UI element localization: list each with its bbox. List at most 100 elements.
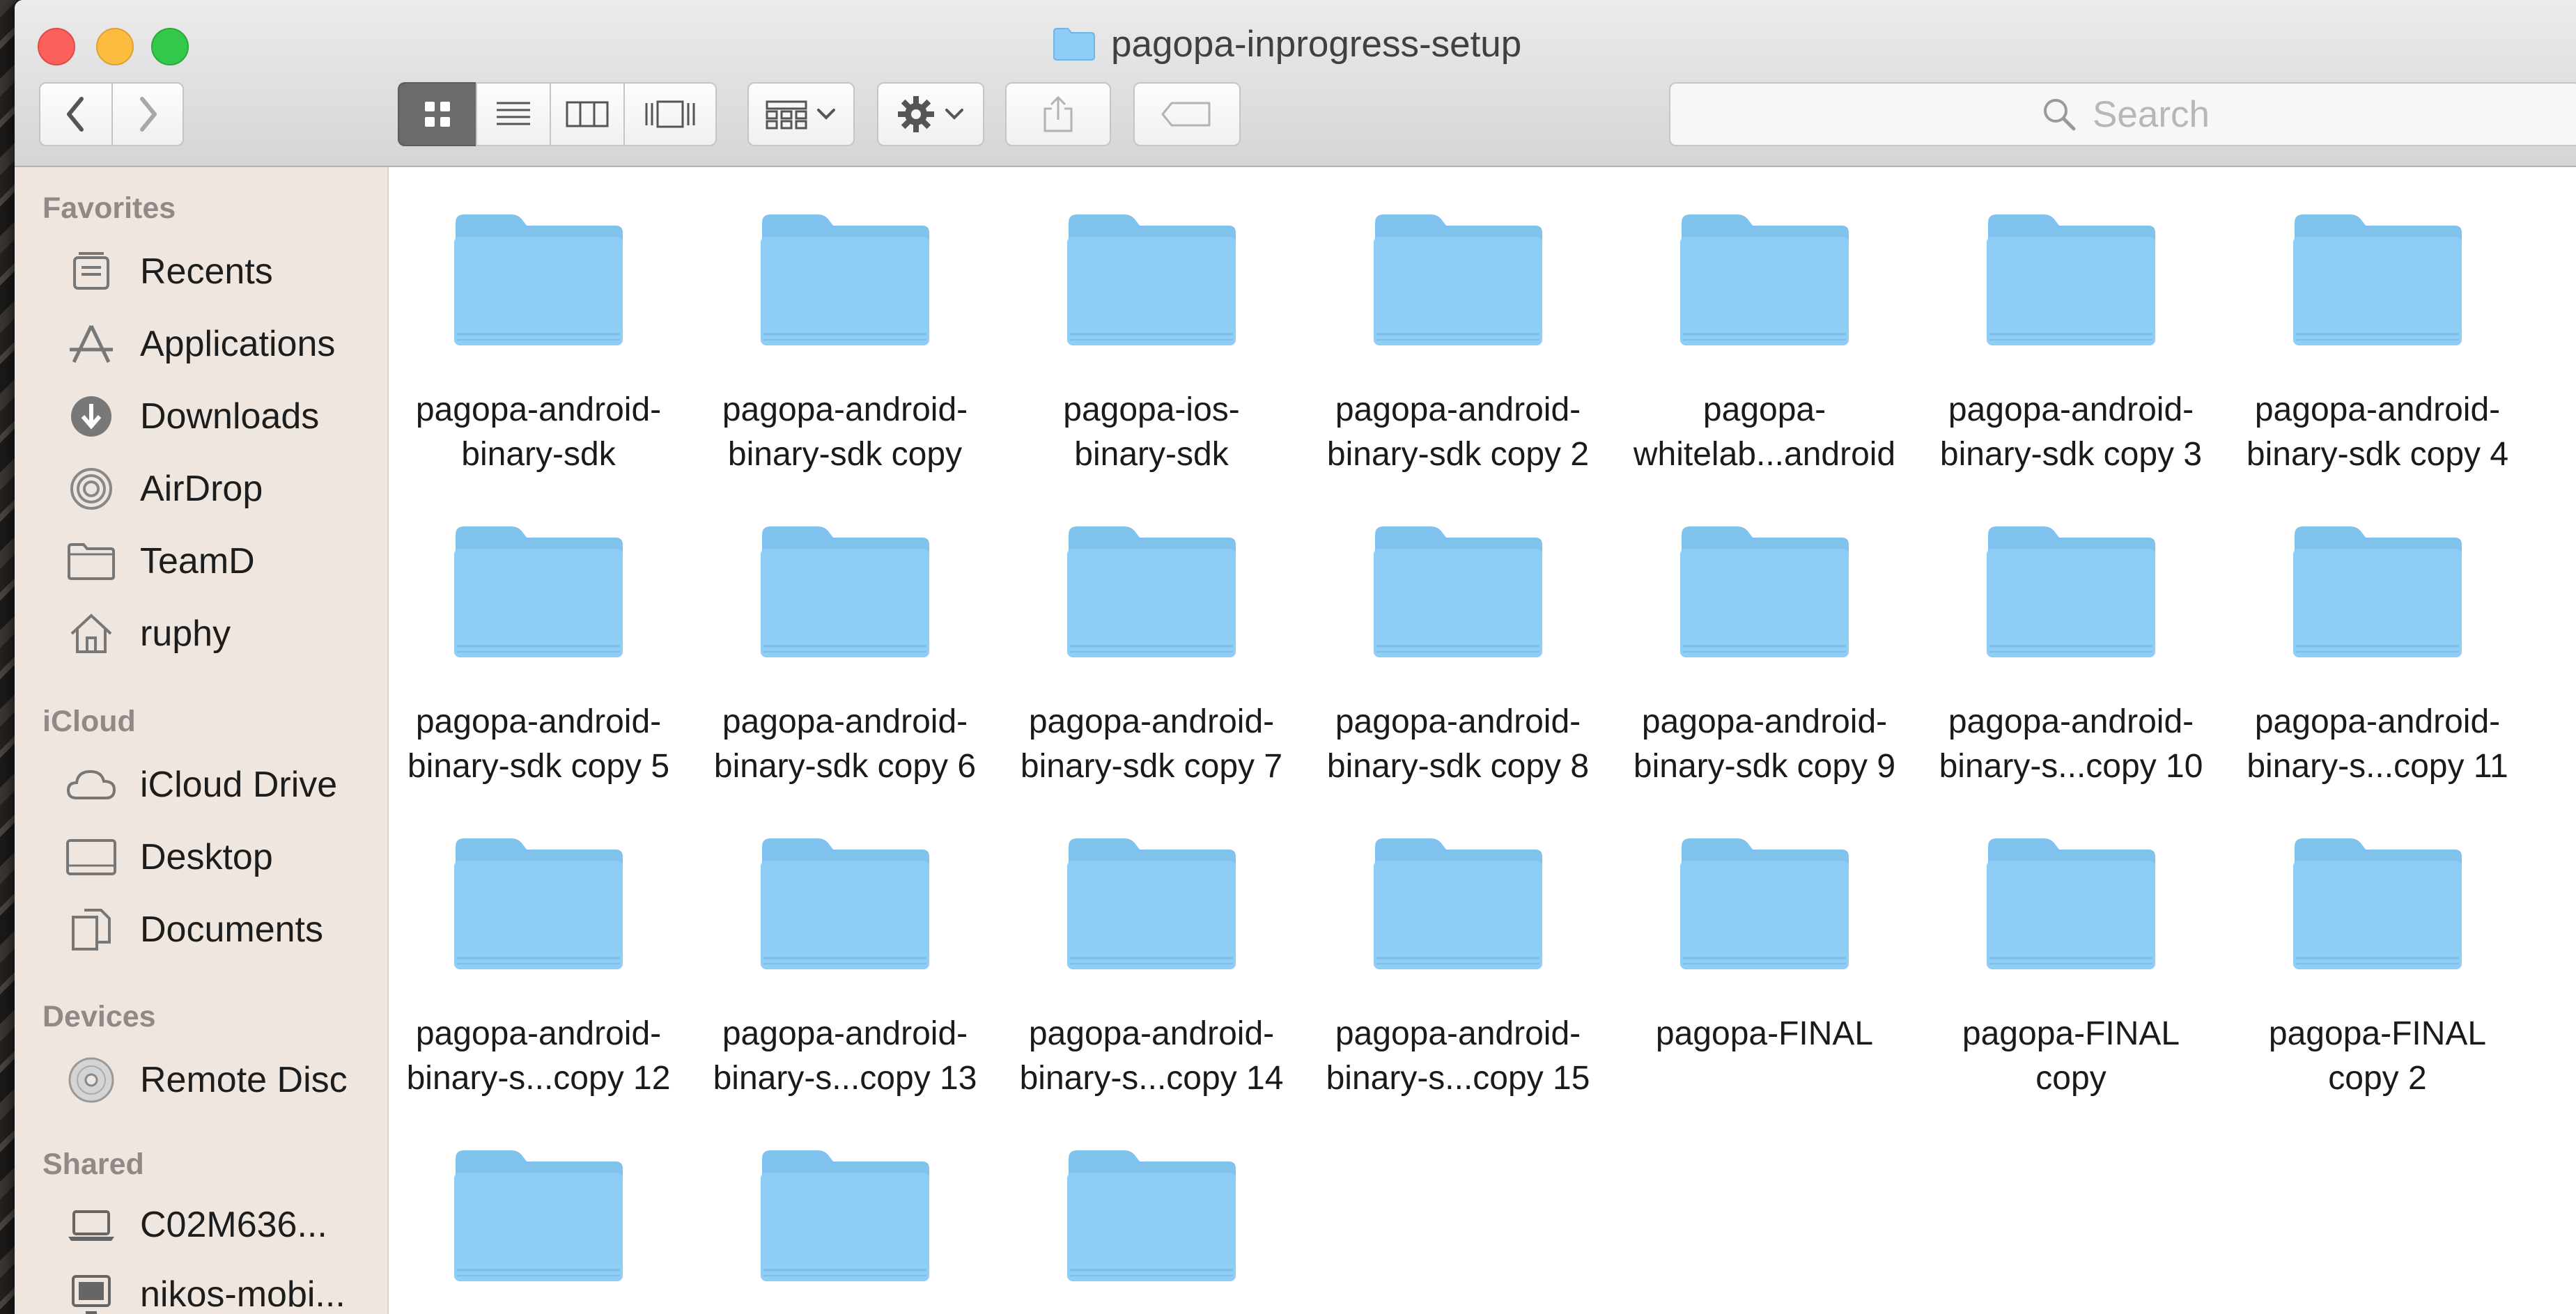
back-button[interactable] <box>39 82 113 146</box>
sidebar-item-ruphy[interactable]: ruphy <box>63 602 384 665</box>
forward-button[interactable] <box>111 82 184 146</box>
folder-item[interactable]: pagopa-android-binary-s...copy 13 <box>695 834 995 1101</box>
folder-name-line1: pagopa-android- <box>722 703 968 740</box>
folder-item[interactable]: pagopa-FINAL copy 2 <box>2228 834 2527 1101</box>
folder-name-line1: pagopa-android- <box>2254 391 2501 428</box>
folder-name-line2: copy <box>2035 1060 2106 1097</box>
folder-icon <box>1374 838 1542 969</box>
close-window-button[interactable] <box>38 28 75 65</box>
folder-name: pagopa-android-binary-sdk copy 4 <box>2228 388 2527 477</box>
list-view-button[interactable] <box>476 82 550 146</box>
sidebar-item-label: Applications <box>140 324 336 364</box>
folder-icon <box>1067 838 1236 969</box>
folder-item[interactable]: pagopa-android-binary-sdk copy 7 <box>1002 522 1301 789</box>
sidebar-item-icloud-drive[interactable]: iCloud Drive <box>63 753 384 816</box>
sidebar-item-airdrop[interactable]: AirDrop <box>63 457 384 520</box>
folder-icon <box>68 543 115 580</box>
folder-name: pagopa-FINAL <box>1615 1012 1914 1056</box>
minimize-window-button[interactable] <box>96 28 134 65</box>
sidebar-section-devices: Devices <box>42 1000 156 1033</box>
folder-name-line2: binary-sdk copy 3 <box>1939 436 2203 473</box>
chevron-down-icon <box>817 109 835 120</box>
folder-name-line2: binary-sdk copy <box>727 436 963 473</box>
folder-item[interactable]: pagopa-android-binary-sdk copy 9 <box>1615 522 1914 789</box>
airdrop-icon <box>70 468 112 510</box>
sidebar-item-documents[interactable]: Documents <box>63 898 384 961</box>
folder-item[interactable] <box>1002 1146 1301 1314</box>
folder-name: pagopa-FINAL copy 2 <box>2228 1012 2527 1101</box>
folder-item[interactable] <box>389 1146 688 1314</box>
desktop-icon <box>66 839 116 875</box>
sidebar-item-nikos-mobi[interactable]: nikos-mobi... <box>63 1263 384 1314</box>
action-button[interactable] <box>877 82 984 146</box>
disc-icon <box>68 1057 114 1103</box>
share-button[interactable] <box>1005 82 1111 146</box>
folder-name-line2: binary-s...copy 12 <box>406 1060 671 1097</box>
sidebar-item-applications[interactable]: Applications <box>63 313 384 375</box>
folder-name-line2: binary-sdk copy 7 <box>1020 748 1283 785</box>
folder-item[interactable]: pagopa-android-binary-sdk copy <box>695 210 995 477</box>
folder-item[interactable]: pagopa-android-binary-s...copy 12 <box>389 834 688 1101</box>
maximize-window-button[interactable] <box>151 28 189 65</box>
icon-view-button[interactable] <box>398 82 476 146</box>
folder-icon <box>2293 838 2462 969</box>
folder-item[interactable]: pagopa-FINAL copy <box>1921 834 2221 1101</box>
sidebar-section-shared: Shared <box>42 1148 144 1181</box>
folder-item[interactable]: pagopa-android-binary-sdk copy 6 <box>695 522 995 789</box>
tags-button[interactable] <box>1133 82 1241 146</box>
folder-item[interactable]: pagopa-android-binary-sdk copy 4 <box>2228 210 2527 477</box>
folder-name: pagopa-android-binary-sdk copy <box>695 388 995 477</box>
folder-name-line1: pagopa-android- <box>2254 703 2501 740</box>
folder-icon <box>1680 838 1849 969</box>
folder-name-line1: pagopa-FINAL <box>1962 1015 2180 1052</box>
folder-icon <box>761 1150 929 1281</box>
folder-item[interactable]: pagopa-ios-binary-sdk <box>1002 210 1301 477</box>
search-field[interactable]: Search <box>1669 82 2576 146</box>
folder-icon <box>1987 838 2155 969</box>
arrange-button[interactable] <box>747 82 855 146</box>
sidebar-item-downloads[interactable]: Downloads <box>63 385 384 448</box>
column-view-button[interactable] <box>550 82 623 146</box>
folder-item[interactable]: pagopa-android-binary-sdk copy 5 <box>389 522 688 789</box>
window-title: pagopa-inprogress-setup <box>1053 19 1521 68</box>
sidebar-item-teamd[interactable]: TeamD <box>63 530 384 593</box>
folder-item[interactable]: pagopa-android-binary-s...copy 11 <box>2228 522 2527 789</box>
folder-name: pagopa-android-binary-sdk copy 6 <box>695 700 995 789</box>
sidebar-item-label: Downloads <box>140 396 320 437</box>
folder-item[interactable]: pagopa-android-binary-sdk copy 8 <box>1308 522 1608 789</box>
cover-flow-view-icon <box>645 100 695 128</box>
sidebar: Favorites Recents Applications Downloads <box>15 167 389 1314</box>
folder-name-line1: pagopa-android- <box>415 1015 662 1052</box>
sidebar-item-desktop[interactable]: Desktop <box>63 826 384 889</box>
folder-item[interactable]: pagopa-whitelab...android <box>1615 210 1914 477</box>
folder-name: pagopa-android-binary-sdk copy 2 <box>1308 388 1608 477</box>
folder-item[interactable]: pagopa-android-binary-s...copy 15 <box>1308 834 1608 1101</box>
folder-item[interactable]: pagopa-FINAL <box>1615 834 1914 1056</box>
folder-item[interactable]: pagopa-android-binary-s...copy 14 <box>1002 834 1301 1101</box>
folder-name-line1: pagopa-android- <box>415 703 662 740</box>
sidebar-item-label: AirDrop <box>140 469 263 509</box>
folder-icon <box>1987 214 2155 345</box>
folder-name-line1: pagopa-FINAL <box>1655 1015 1874 1052</box>
folder-name-line2: binary-sdk copy 9 <box>1633 748 1896 785</box>
sidebar-item-label: ruphy <box>140 613 231 654</box>
sidebar-item-recents[interactable]: Recents <box>63 240 384 303</box>
folder-name-line1: pagopa-FINAL <box>2268 1015 2487 1052</box>
folder-name-line1: pagopa-android- <box>1335 703 1581 740</box>
sidebar-item-remote-disc[interactable]: Remote Disc <box>63 1049 384 1111</box>
folder-item[interactable]: pagopa-android-binary-sdk <box>389 210 688 477</box>
folder-name-line1: pagopa-android- <box>1028 1015 1275 1052</box>
sidebar-item-c02m636[interactable]: C02M636... <box>63 1194 384 1256</box>
folder-item[interactable]: pagopa-android-binary-sdk copy 3 <box>1921 210 2221 477</box>
folder-item[interactable]: pagopa-android-binary-sdk copy 2 <box>1308 210 1608 477</box>
cover-flow-view-button[interactable] <box>623 82 717 146</box>
column-view-icon <box>566 101 609 127</box>
folder-name-line2: binary-sdk <box>461 436 616 473</box>
folder-item[interactable]: pagopa-android-binary-s...copy 10 <box>1921 522 2221 789</box>
folder-item[interactable] <box>695 1146 995 1314</box>
window-title-text: pagopa-inprogress-setup <box>1111 23 1522 65</box>
folder-name: pagopa-android-binary-s...copy 15 <box>1308 1012 1608 1101</box>
folder-icon <box>761 214 929 345</box>
sidebar-item-label: Remote Disc <box>140 1060 348 1100</box>
sidebar-section-favorites: Favorites <box>42 191 176 225</box>
